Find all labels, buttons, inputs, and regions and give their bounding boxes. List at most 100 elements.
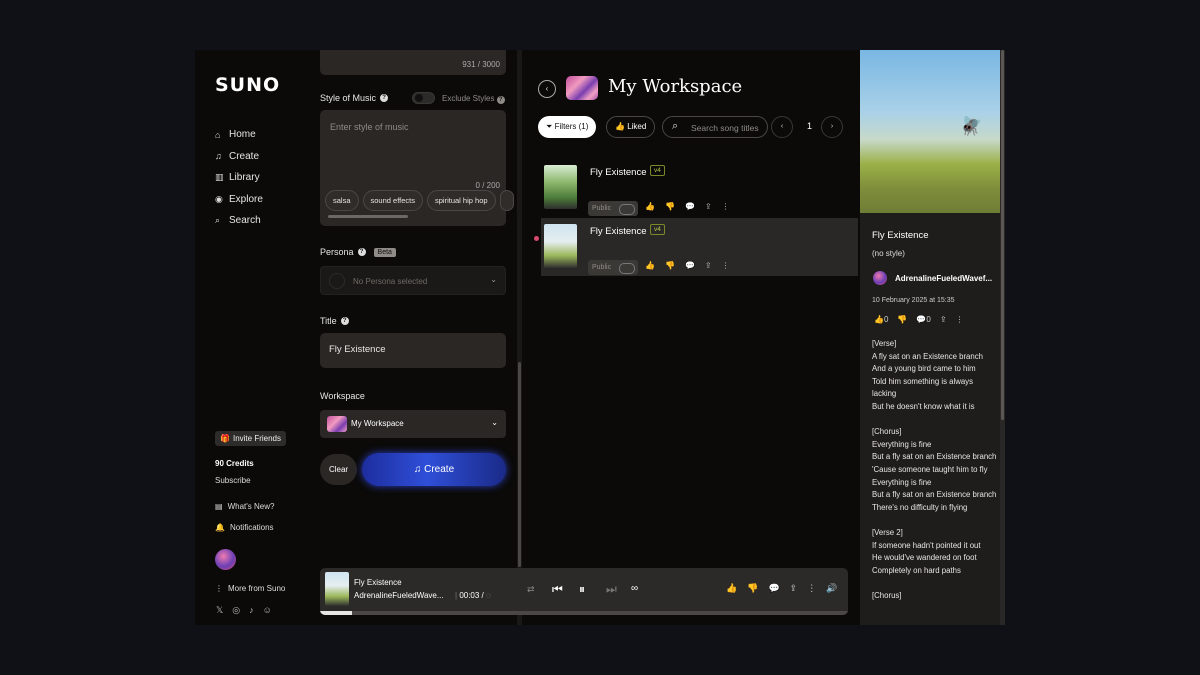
scrollbar-thumb[interactable] (1001, 50, 1004, 420)
author-avatar[interactable] (873, 271, 887, 285)
filters-label: Filters (1) (554, 122, 589, 131)
discord-icon[interactable]: ☺ (263, 605, 272, 616)
volume-icon[interactable]: 🔊 (826, 583, 837, 594)
more-vertical-icon[interactable]: ⋮ (722, 261, 730, 270)
create-panel-scrollbar[interactable] (517, 50, 522, 625)
style-chip[interactable]: sound effects (362, 190, 423, 211)
more-vertical-icon[interactable]: ⋮ (956, 315, 964, 324)
chevron-down-icon: ⌄ (490, 275, 497, 284)
prev-page-button[interactable]: ‹ (771, 116, 793, 138)
song-title[interactable]: Fly Existence (590, 167, 647, 178)
song-search-input[interactable]: ⌕ Search song titles (662, 116, 768, 138)
liked-button[interactable]: 👍 Liked (606, 116, 656, 138)
persona-placeholder: No Persona selected (353, 277, 428, 286)
exclude-styles-label: Exclude Styles ? (442, 94, 505, 104)
help-icon[interactable]: ? (380, 94, 389, 102)
share-icon[interactable]: ⇪ (705, 202, 712, 211)
suno-logo[interactable]: SUNO (215, 74, 280, 96)
title-input[interactable]: Fly Existence (320, 333, 506, 368)
like-button[interactable]: 👍0 (874, 315, 888, 324)
title-value: Fly Existence (329, 344, 386, 355)
scrollbar-thumb[interactable] (518, 362, 521, 567)
fly-illustration: 🪰 (960, 116, 983, 136)
thumbs-up-icon[interactable]: 👍 (645, 261, 655, 270)
comment-button[interactable]: 💬0 (916, 315, 930, 324)
notifications-link[interactable]: 🔔 Notifications (215, 523, 274, 532)
song-title[interactable]: Fly Existence (590, 226, 647, 237)
comment-icon[interactable]: 💬 (685, 261, 695, 270)
player-cover[interactable] (325, 572, 349, 606)
back-button[interactable]: ‹ (538, 80, 556, 98)
style-chip[interactable]: salsa (325, 190, 359, 211)
persona-select[interactable]: No Persona selected ⌄ (320, 266, 506, 295)
thumbs-down-icon[interactable]: 👎 (665, 202, 675, 211)
repeat-icon[interactable]: ⇄ (527, 584, 535, 595)
thumbs-down-icon[interactable]: 👎 (897, 315, 907, 324)
style-chip[interactable] (499, 190, 514, 211)
pause-button[interactable]: ⏸ (579, 582, 585, 597)
song-cover[interactable] (544, 165, 577, 209)
song-row[interactable]: Fly Existence v4 Public 👍 👎 💬 ⇪ ⋮ (541, 159, 858, 217)
comment-icon[interactable]: 💬 (768, 583, 779, 594)
song-cover[interactable] (544, 224, 577, 268)
playback-progress[interactable] (320, 611, 848, 615)
music-note-icon: ♫ (215, 151, 222, 162)
next-track-button[interactable]: ⏭ (606, 582, 617, 597)
filters-button[interactable]: ⏷ Filters (1) (538, 116, 597, 138)
song-row[interactable]: Fly Existence v4 Public 👍 👎 💬 ⇪ ⋮ (541, 218, 858, 276)
more-vertical-icon[interactable]: ⋮ (722, 202, 730, 211)
public-toggle[interactable]: Public (588, 201, 638, 216)
more-vertical-icon[interactable]: ⋮ (807, 583, 816, 594)
sidebar-item-explore[interactable]: ◉ Explore (215, 189, 263, 211)
exclude-styles-toggle[interactable] (412, 92, 435, 104)
help-icon[interactable]: ? (496, 96, 505, 104)
sidebar-item-search[interactable]: ⌕ Search (215, 210, 263, 232)
thumbs-up-icon: 👍 (874, 315, 884, 324)
workspace-select[interactable]: My Workspace ⌄ (320, 410, 506, 438)
detail-scrollbar[interactable] (1000, 50, 1005, 625)
invite-friends-button[interactable]: 🎁 Invite Friends (215, 431, 286, 446)
lyrics-textarea[interactable]: 931 / 3000 (320, 50, 506, 75)
thumbs-down-icon[interactable]: 👎 (665, 261, 675, 270)
more-from-suno-link[interactable]: ⋮ More from Suno (215, 584, 285, 593)
next-page-button[interactable]: › (821, 116, 843, 138)
style-of-music-input[interactable]: Enter style of music 0 / 200 salsa sound… (320, 110, 514, 226)
player-song-title[interactable]: Fly Existence (354, 578, 402, 587)
comment-icon[interactable]: 💬 (685, 202, 695, 211)
subscribe-link[interactable]: Subscribe (215, 476, 251, 485)
style-chip[interactable]: spiritual hip hop (427, 190, 496, 211)
chips-scrollbar[interactable] (328, 215, 408, 218)
avatar[interactable] (215, 549, 236, 570)
previous-track-button[interactable]: ⏮ (552, 582, 563, 597)
persona-avatar-placeholder (329, 273, 345, 289)
player-author[interactable]: AdrenalineFueledWave... (354, 591, 444, 600)
clear-button[interactable]: Clear (320, 454, 357, 485)
exclude-styles-text: Exclude Styles (442, 94, 495, 103)
help-icon[interactable]: ? (340, 317, 349, 325)
create-button[interactable]: ♫ Create (362, 453, 506, 486)
tiktok-icon[interactable]: ♪ (249, 605, 254, 616)
sidebar-item-home[interactable]: ⌂ Home (215, 124, 263, 146)
help-icon[interactable]: ? (357, 248, 366, 256)
persona-label: Persona? Beta (320, 247, 396, 257)
author-name[interactable]: AdrenalineFueledWavef... (895, 274, 992, 283)
whats-new-link[interactable]: ▤ What's New? (215, 502, 274, 511)
thumbs-up-icon[interactable]: 👍 (726, 583, 737, 594)
sidebar-item-create[interactable]: ♫ Create (215, 146, 263, 168)
share-icon[interactable]: ⇪ (705, 261, 712, 270)
style-of-music-label: Style of Music? (320, 93, 389, 103)
link-icon[interactable]: ∞ (631, 583, 638, 594)
thumbs-down-icon[interactable]: 👎 (747, 583, 758, 594)
sidebar: SUNO ⌂ Home ♫ Create ▥ Library ◉ Explore ⌕ Se… (195, 50, 310, 625)
created-date: 10 February 2025 at 15:35 (872, 297, 955, 304)
thumbs-up-icon[interactable]: 👍 (645, 202, 655, 211)
public-toggle[interactable]: Public (588, 260, 638, 275)
instagram-icon[interactable]: ◎ (232, 605, 240, 616)
x-twitter-icon[interactable]: 𝕏 (216, 605, 223, 616)
share-icon[interactable]: ⇪ (940, 315, 947, 324)
share-icon[interactable]: ⇪ (790, 583, 798, 594)
playback-progress-fill (320, 611, 352, 615)
sidebar-item-library[interactable]: ▥ Library (215, 167, 263, 189)
notifications-label: Notifications (229, 523, 274, 532)
filter-icon: ⏷ (546, 122, 555, 131)
